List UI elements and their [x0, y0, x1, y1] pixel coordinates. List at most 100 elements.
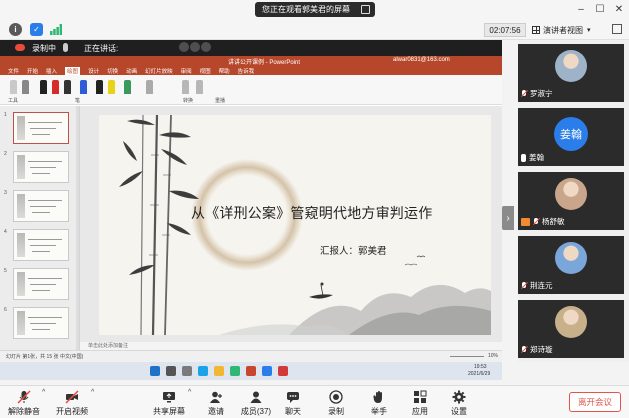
start-video-button[interactable]: 开启视频 [51, 390, 93, 418]
leave-meeting-button[interactable]: 离开会议 [569, 392, 621, 412]
browser-icon[interactable] [198, 366, 208, 376]
ppt-status-bar: 幻灯片 第1张，共 15 张 中文(中国) 10% [0, 350, 502, 362]
ppt-menu-item[interactable]: 审阅 [181, 67, 192, 75]
slide-thumbnail[interactable] [13, 112, 69, 144]
app-red-icon[interactable] [278, 366, 288, 376]
start-icon[interactable] [150, 366, 160, 376]
pen-blue-icon[interactable] [80, 80, 87, 94]
participant-tile[interactable]: 姜翰 姜翰 [518, 108, 624, 166]
ppt-menu-item[interactable]: 幻灯片放映 [145, 67, 173, 75]
participant-tile[interactable]: 郑诗璇 [518, 300, 624, 358]
participant-tile[interactable]: 荆连元 [518, 236, 624, 294]
recording-bar: 录制中 正在讲话: [0, 40, 502, 56]
share-screen-button[interactable]: 共享屏幕 [148, 390, 190, 418]
view-mode-select[interactable]: 演讲者视图 ▾ [532, 23, 602, 37]
thumbnails-scrollbar[interactable] [76, 106, 79, 350]
record-label: 录制 [328, 407, 344, 416]
ppt-menu-item[interactable]: 文件 [8, 67, 19, 75]
ppt-menu-item[interactable]: 动画 [126, 67, 137, 75]
settings-button[interactable]: 设置 [438, 390, 480, 418]
participant-photo [555, 178, 587, 210]
eraser-icon[interactable] [10, 80, 17, 94]
status-zoom[interactable]: 10% [488, 353, 498, 359]
ppt-menu-item[interactable]: 帮助 [219, 67, 230, 75]
start-video-label: 开启视频 [56, 407, 88, 416]
hand-icon [372, 390, 386, 404]
unmute-button[interactable]: 解除静音 [3, 390, 45, 418]
minimize-icon[interactable]: – [574, 4, 588, 15]
mic-muted-icon [521, 345, 527, 354]
signal-icon[interactable] [49, 23, 62, 36]
slide-thumbnail[interactable] [13, 151, 69, 183]
record-button[interactable]: 录制 [315, 390, 357, 418]
participant-name-row: 郑诗璇 [521, 344, 553, 355]
thumbnail-text-line [28, 239, 62, 240]
ppt-menu-item[interactable]: 切换 [107, 67, 118, 75]
ppt-menu-item[interactable]: 视图 [200, 67, 211, 75]
fullscreen-icon[interactable] [612, 24, 622, 34]
ppt-menu-item[interactable]: 绘图 [65, 66, 81, 75]
ruler-icon[interactable] [146, 80, 153, 94]
video-options-chevron-icon[interactable]: ^ [91, 389, 94, 396]
ppt-menu-item[interactable]: 告诉我 [238, 67, 255, 75]
apps-button[interactable]: 应用 [399, 390, 441, 418]
lasso-icon[interactable] [22, 80, 29, 94]
maximize-icon[interactable]: ☐ [593, 4, 607, 15]
wechat-icon[interactable] [230, 366, 240, 376]
ppt-ribbon: 工具 笔 转换 重播 [0, 75, 502, 105]
raise-hand-button[interactable]: 举手 [358, 390, 400, 418]
raise-hand-label: 举手 [371, 407, 387, 416]
taskview-icon[interactable] [182, 366, 192, 376]
folder-icon[interactable] [214, 366, 224, 376]
members-button[interactable]: 成员(37) [235, 390, 277, 418]
close-icon[interactable]: ✕ [612, 4, 626, 15]
slide-thumbnail[interactable] [13, 229, 69, 261]
add-pen-icon[interactable] [124, 80, 131, 94]
powerpoint-icon[interactable] [246, 366, 256, 376]
invite-button[interactable]: 邀请 [195, 390, 237, 418]
thumbnail-text-line [30, 245, 56, 246]
search-icon[interactable] [166, 366, 176, 376]
shield-icon[interactable]: ✓ [30, 23, 43, 36]
audio-options-chevron-icon[interactable]: ^ [42, 389, 45, 396]
unmute-label: 解除静音 [8, 407, 40, 416]
pen-black-icon[interactable] [40, 80, 47, 94]
highlighter-icon[interactable] [108, 80, 115, 94]
thumbnail-number: 3 [4, 190, 7, 196]
zoom-slider[interactable] [450, 356, 484, 357]
ink-to-shape-icon[interactable] [182, 80, 189, 94]
ppt-menu-item[interactable]: 开始 [27, 67, 38, 75]
screen-menu-icon[interactable] [361, 5, 370, 14]
pen-black2-icon[interactable] [96, 80, 103, 94]
info-icon[interactable]: i [9, 23, 22, 36]
participant-tile[interactable]: 罗淑宁 [518, 44, 624, 102]
pen-dark-icon[interactable] [64, 80, 71, 94]
members-label: 成员(37) [240, 407, 272, 416]
ink-to-math-icon[interactable] [196, 80, 203, 94]
ppt-menu-item[interactable]: 设计 [88, 67, 99, 75]
speaker-mic-icon [63, 43, 68, 52]
slide-title: 从《详刑公案》管窥明代地方审判运作 [191, 206, 433, 222]
participant-tile[interactable]: 杨舒敏 [518, 172, 624, 230]
mic-muted-icon [533, 217, 539, 226]
slide-thumbnail[interactable] [13, 190, 69, 222]
record-icon [329, 390, 343, 404]
chat-label: 聊天 [285, 407, 301, 416]
ppt-menu-item[interactable]: 插入 [46, 67, 57, 75]
chat-button[interactable]: 聊天 [272, 390, 314, 418]
thumbnail-text-line [28, 122, 62, 123]
current-slide[interactable]: 从《详刑公案》管窥明代地方审判运作 汇报人：郭美君 [99, 115, 491, 335]
slide-thumbnails[interactable]: 1 2 3 4 5 6 [0, 106, 80, 350]
invite-label: 邀请 [208, 407, 224, 416]
settings-label: 设置 [451, 407, 467, 416]
thumbnail-bamboo-image [17, 155, 25, 179]
pen-red-icon[interactable] [52, 80, 59, 94]
slide-thumbnail[interactable] [13, 307, 69, 339]
grid-icon [532, 26, 540, 34]
collapse-panel-button[interactable]: › [502, 206, 514, 230]
notes-pane[interactable]: 单击此处添加备注 [80, 342, 502, 350]
slide-thumbnail[interactable] [13, 268, 69, 300]
share-options-chevron-icon[interactable]: ^ [188, 389, 191, 396]
recording-icon [15, 44, 25, 51]
meeting-app-icon[interactable] [262, 366, 272, 376]
